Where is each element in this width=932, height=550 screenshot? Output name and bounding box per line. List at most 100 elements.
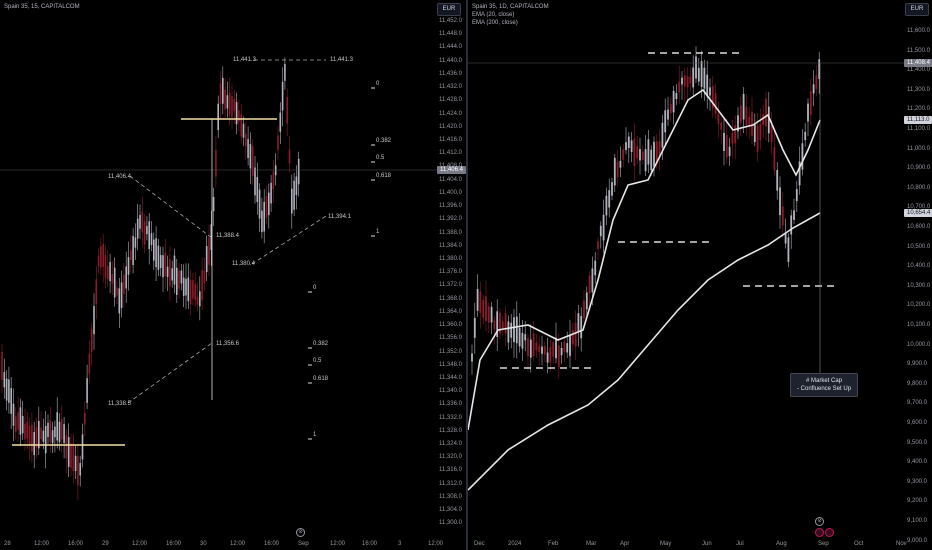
left-nav-icon[interactable]: ⊘ (296, 528, 305, 537)
right-chart-canvas[interactable] (468, 0, 932, 550)
candle-body (249, 144, 252, 169)
event-icon-1[interactable] (815, 528, 824, 537)
left-time-tick: 16:00 (362, 541, 378, 547)
candle-body (173, 255, 176, 285)
candle-body (583, 300, 585, 319)
left-price-tick: 11,428.0 (439, 97, 462, 104)
candle-body (602, 214, 605, 241)
candle-body (38, 420, 40, 449)
candle-body (807, 103, 809, 122)
candle-body (192, 279, 194, 299)
candle-body (781, 206, 784, 226)
market-cap-note: # Market Cap - Confluence Set Up (790, 373, 859, 397)
candle-body (529, 339, 532, 358)
candle-body (31, 424, 33, 452)
event-icon-2[interactable] (825, 528, 834, 537)
fib-lower-1: 1 (313, 432, 317, 438)
candle-body (261, 210, 263, 233)
note-line-1: # Market Cap (806, 378, 843, 384)
candle-body (12, 403, 15, 426)
candle-body (187, 277, 190, 302)
left-chart-canvas[interactable] (0, 0, 466, 550)
left-time-tick: 30 (200, 541, 207, 547)
candle-body (669, 104, 672, 114)
trend-line-d (251, 215, 327, 265)
candle-body (787, 237, 790, 262)
right-price-tick: 9,900.0 (907, 361, 928, 368)
right-price-tick: 10,400.0 (907, 263, 931, 270)
left-price-tick: 11,316.0 (439, 467, 462, 474)
candle-body (521, 332, 524, 349)
right-currency-button[interactable]: EUR (905, 3, 929, 16)
left-price-tick: 11,352.0 (439, 348, 462, 355)
fib-upper-05: 0.5 (376, 155, 385, 161)
candle-body (111, 273, 114, 284)
right-time-tick: Sep (818, 541, 829, 547)
candle-body (538, 345, 541, 353)
left-price-tick: 11,392.0 (439, 216, 462, 223)
fib-upper-0382: 0.382 (376, 138, 392, 144)
candle-body (97, 255, 100, 267)
candle-body (700, 61, 703, 87)
left-price-tick: 11,332.0 (439, 414, 462, 421)
right-chart-pane[interactable]: Spain 35, 1D, CAPITALCOM EMA (20, close)… (468, 0, 932, 550)
candle-body (182, 277, 185, 296)
candle-body (148, 221, 150, 250)
candle-body (54, 426, 56, 438)
candle-body (751, 111, 753, 136)
left-time-tick: Sep (298, 541, 309, 547)
candle-body (695, 56, 697, 79)
candle-body (84, 412, 86, 425)
candle-body (773, 147, 776, 171)
candle-body (279, 112, 282, 132)
left-time-tick: 16:00 (166, 541, 182, 547)
candle-body (801, 143, 804, 170)
right-time-tick: Mar (586, 541, 597, 547)
candle-body (95, 279, 98, 305)
candle-body (258, 189, 261, 219)
candle-body (501, 321, 504, 329)
right-price-tick: 11,100.0 (907, 126, 930, 132)
candle-body (49, 420, 52, 442)
candle-body (44, 425, 47, 454)
left-price-tick: 11,360.0 (439, 322, 462, 329)
candle-body (541, 346, 543, 354)
candle-body (125, 266, 127, 289)
left-price-tick: 11,364.0 (439, 308, 462, 315)
candle-body (118, 288, 121, 314)
candle-body (518, 327, 521, 347)
left-price-tick: 11,320.0 (439, 454, 462, 461)
candle-body (675, 92, 678, 99)
candle-body (286, 96, 288, 124)
candle-body (136, 218, 139, 239)
candle-body (235, 102, 238, 125)
left-legend: Spain 35, 15, CAPITALCOM (4, 3, 80, 11)
right-nav-icon[interactable]: ⊘ (815, 517, 824, 526)
left-time-tick: 3 (398, 541, 402, 547)
candle-body (815, 75, 818, 90)
right-time-tick: Aug (776, 541, 787, 547)
right-time-tick: Oct (854, 541, 864, 547)
note-line-2: - Confluence Set Up (797, 386, 852, 392)
candle-body (577, 313, 580, 332)
left-currency-button[interactable]: EUR (437, 3, 461, 16)
candle-body (157, 245, 160, 270)
left-chart-pane[interactable]: Spain 35, 15, CAPITALCOM EUR 11,452.0 11,… (0, 0, 466, 550)
right-price-tick: 11,400.0 (907, 67, 930, 74)
right-time-tick: Jun (702, 541, 712, 547)
left-price-tick: 11,396.0 (439, 203, 462, 210)
candle-body (504, 313, 507, 334)
candle-body (102, 244, 104, 267)
candle-body (734, 125, 737, 144)
left-price-tick: 11,308.0 (439, 493, 462, 500)
candle-body (277, 135, 279, 150)
right-price-tick: 11,600.0 (907, 28, 930, 34)
candle-body (630, 140, 633, 152)
candle-body (113, 267, 116, 298)
candle-body (706, 74, 709, 97)
candle-body (471, 353, 473, 362)
candle-body (21, 415, 24, 434)
last-price-tag: 11,408.4 (904, 59, 932, 67)
left-time-tick: 16:00 (264, 541, 280, 547)
candle-body (644, 149, 647, 172)
